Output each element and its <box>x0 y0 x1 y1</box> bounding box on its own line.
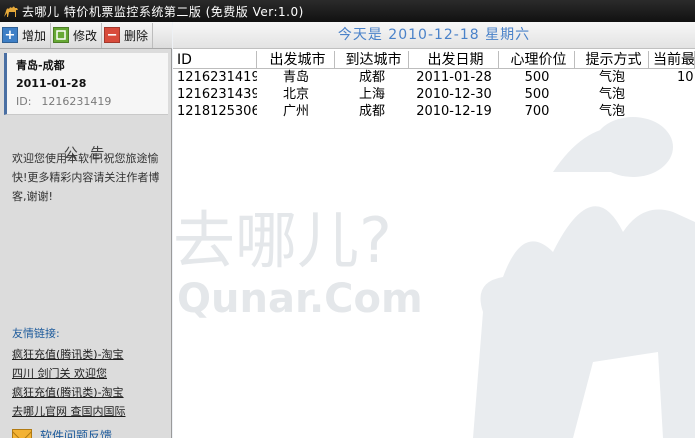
table-row[interactable]: 1218125306 广州 成都 2010-12-19 700 气泡 <box>173 103 695 120</box>
main-panel: 今天是 2010-12-18 星期六 去哪儿? Qunar.Com ID 出发城… <box>173 22 695 438</box>
toolbar: + 增加 修改 − 删除 <box>0 22 172 49</box>
cell-from: 青岛 <box>282 70 309 85</box>
cell-notify: 气泡 <box>598 104 625 119</box>
camel-logo-icon <box>0 0 22 22</box>
column-header[interactable]: 出发日期 <box>409 51 499 68</box>
column-header[interactable]: 心理价位 <box>499 51 575 68</box>
cell-current <box>649 103 695 120</box>
app-window: 去哪儿 特价机票监控系统第二版 (免费版 Ver:1.0) + 增加 修改 − … <box>0 0 695 438</box>
cell-to: 成都 <box>358 104 385 119</box>
watermark-en: Qunar.Com <box>177 276 423 322</box>
route-date: 2011-01-28 <box>16 77 87 90</box>
cell-notify: 气泡 <box>598 70 625 85</box>
cell-to: 上海 <box>358 87 385 102</box>
plus-icon: + <box>2 27 18 43</box>
cell-to: 成都 <box>358 70 385 85</box>
cell-price: 500 <box>524 70 550 85</box>
cell-from: 北京 <box>282 87 309 102</box>
watermark-cn: 去哪儿? <box>173 204 392 277</box>
window-title: 去哪儿 特价机票监控系统第二版 (免费版 Ver:1.0) <box>22 4 304 19</box>
add-label: 增加 <box>22 28 47 43</box>
cell-date: 2010-12-30 <box>416 87 492 102</box>
route-card[interactable]: 青岛-成都 2011-01-28 ID: 1216231419 <box>4 53 168 115</box>
link-item[interactable]: 疯狂充值(腾讯类)-淘宝 <box>12 345 168 364</box>
add-button[interactable]: + 增加 <box>0 22 52 48</box>
cell-date: 2010-12-19 <box>416 104 492 119</box>
title-bar: 去哪儿 特价机票监控系统第二版 (免费版 Ver:1.0) <box>0 0 695 22</box>
cell-from: 广州 <box>282 104 309 119</box>
route-id-label: ID: <box>16 95 32 108</box>
today-date-bar: 今天是 2010-12-18 星期六 <box>173 22 695 49</box>
notice-body: 欢迎您使用本软件,祝您旅途愉快!更多精彩内容请关注作者博客,谢谢! <box>12 152 160 203</box>
table-row[interactable]: 1216231419 青岛 成都 2011-01-28 500 气泡 10 <box>173 69 695 86</box>
cell-current: 10 <box>677 70 694 85</box>
column-header[interactable]: 出发城市 <box>257 51 335 68</box>
cell-id: 1216231439 <box>177 87 257 102</box>
column-header[interactable]: 提示方式 <box>575 51 649 68</box>
cell-price: 500 <box>524 87 550 102</box>
link-item[interactable]: 去哪儿官网 查国内国际 <box>12 402 168 421</box>
route-id-value: 1216231419 <box>41 95 112 108</box>
cell-current <box>649 86 695 103</box>
edit-button[interactable]: 修改 <box>51 22 103 48</box>
links-list: 疯狂充值(腾讯类)-淘宝 四川 剑门关 欢迎您 疯狂充值(腾讯类)-淘宝 去哪儿… <box>12 345 168 421</box>
table-header: ID 出发城市 到达城市 出发日期 心理价位 提示方式 当前最 <box>173 51 695 69</box>
feedback-link[interactable]: 软件问题反馈 <box>12 427 112 438</box>
delete-label: 删除 <box>124 28 149 43</box>
cell-date: 2011-01-28 <box>416 70 492 85</box>
link-item[interactable]: 四川 剑门关 欢迎您 <box>12 364 168 383</box>
delete-button[interactable]: − 删除 <box>102 22 154 48</box>
table-row[interactable]: 1216231439 北京 上海 2010-12-30 500 气泡 <box>173 86 695 103</box>
qunar-watermark: 去哪儿? Qunar.Com <box>173 117 695 438</box>
links-title: 友情链接: <box>12 327 60 340</box>
link-item[interactable]: 疯狂充值(腾讯类)-淘宝 <box>12 383 168 402</box>
cell-id: 1218125306 <box>177 104 257 119</box>
edit-icon <box>53 27 70 43</box>
flight-table[interactable]: ID 出发城市 到达城市 出发日期 心理价位 提示方式 当前最 12162314… <box>173 51 695 120</box>
column-header[interactable]: 当前最 <box>649 51 695 68</box>
column-header[interactable]: ID <box>173 51 257 68</box>
column-header[interactable]: 到达城市 <box>335 51 409 68</box>
cell-notify: 气泡 <box>598 87 625 102</box>
cell-id: 1216231419 <box>177 70 257 85</box>
mail-icon <box>12 428 32 438</box>
minus-icon: − <box>104 27 121 43</box>
cell-price: 700 <box>524 104 550 119</box>
left-panel: 青岛-成都 2011-01-28 ID: 1216231419 公 告 欢迎您使用… <box>0 49 172 438</box>
edit-label: 修改 <box>73 28 98 43</box>
route-id-line: ID: 1216231419 <box>16 93 168 111</box>
route-name: 青岛-成都 <box>16 59 65 72</box>
feedback-label: 软件问题反馈 <box>40 429 113 438</box>
